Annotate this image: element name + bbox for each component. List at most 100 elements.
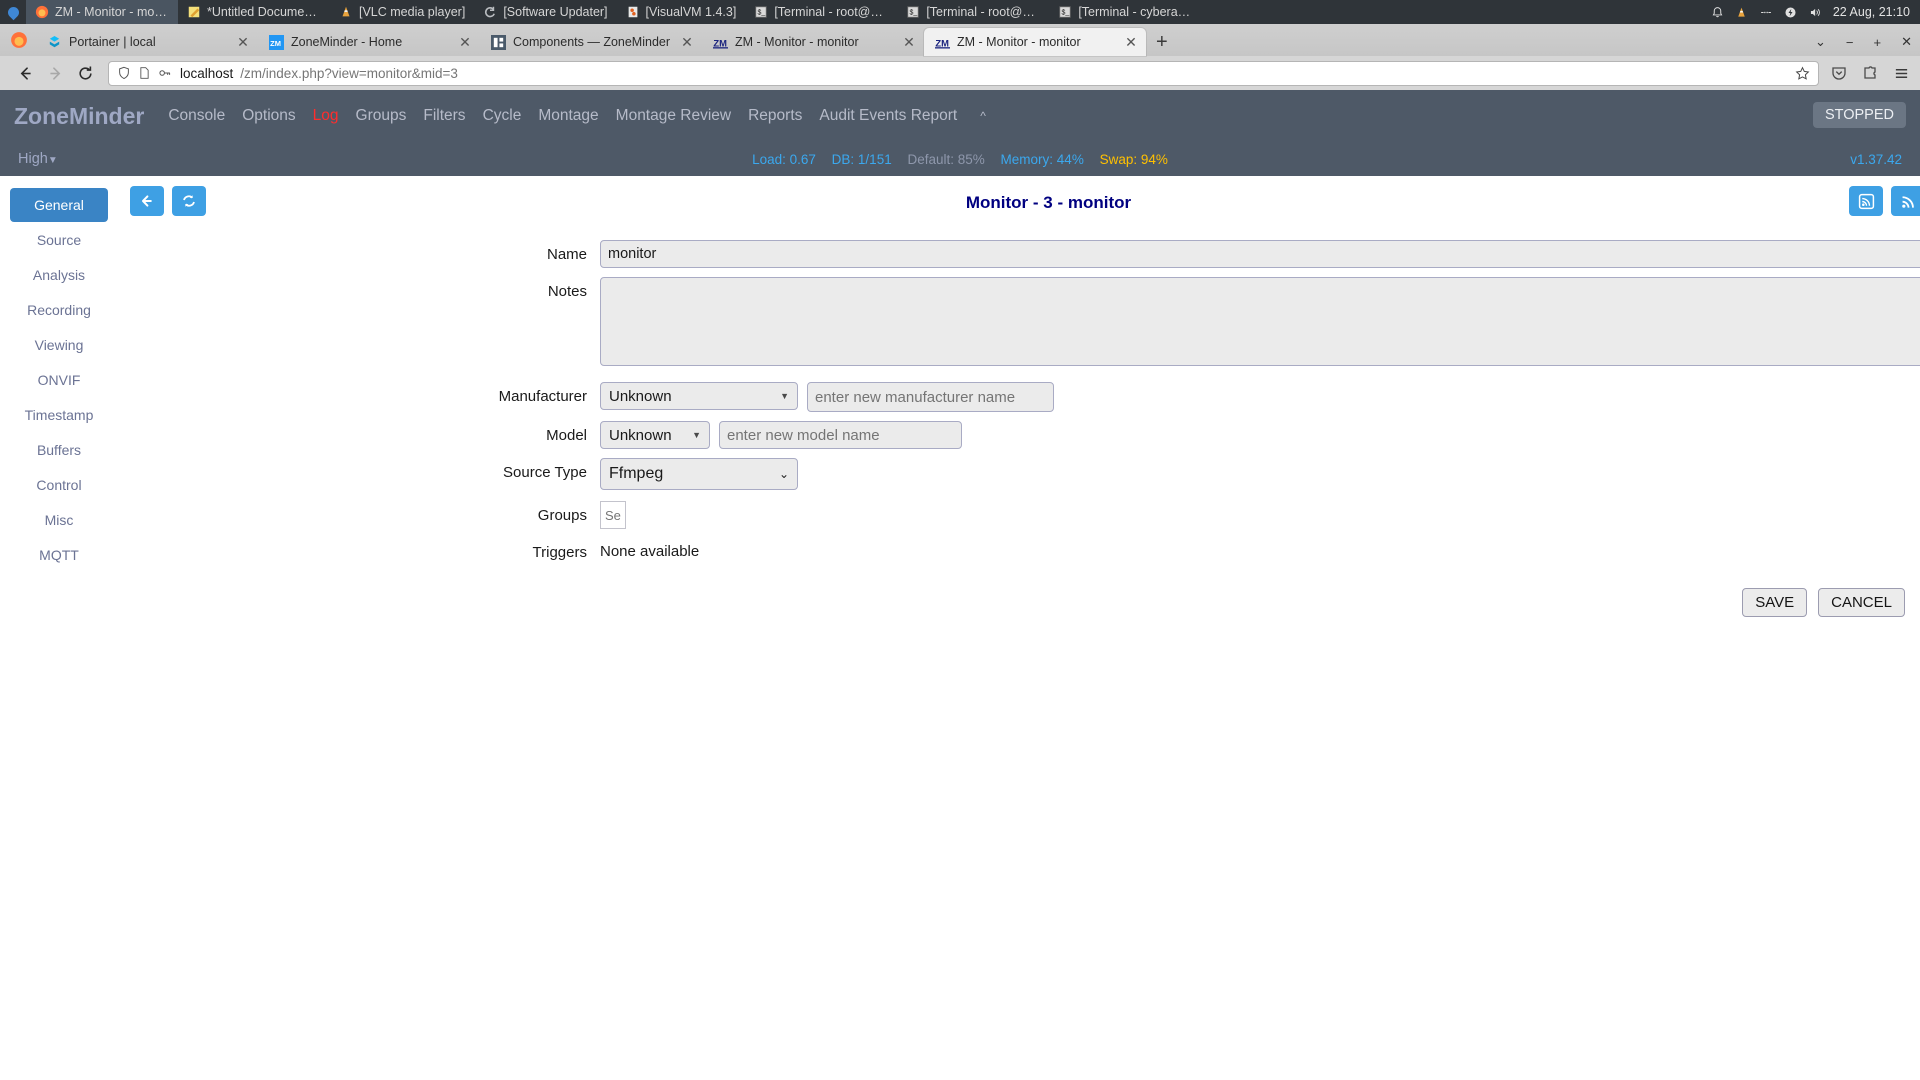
bell-icon[interactable] (1711, 6, 1724, 19)
nav-item-cycle[interactable]: Cycle (483, 107, 522, 125)
shield-icon[interactable] (117, 66, 131, 80)
rss-square-button[interactable] (1849, 186, 1883, 216)
nav-item-groups[interactable]: Groups (356, 107, 407, 125)
close-tab-icon[interactable]: ✕ (458, 34, 472, 51)
nav-item-audit-events-report[interactable]: Audit Events Report (819, 107, 957, 125)
browser-tab-title: Portainer | local (69, 35, 156, 49)
taskbar-item[interactable]: $_ [Terminal - root@CTLin... (897, 0, 1049, 24)
start-menu-button[interactable] (0, 4, 26, 20)
browser-tab[interactable]: Components — ZoneMinder ✕ (480, 28, 702, 56)
rss-feed-button[interactable] (1891, 186, 1920, 216)
sidebar-item-timestamp[interactable]: Timestamp (10, 398, 108, 432)
cancel-button[interactable]: CANCEL (1818, 588, 1905, 617)
close-tab-icon[interactable]: ✕ (902, 34, 916, 51)
maximize-button[interactable]: + (1874, 35, 1882, 50)
zoneminder-logo[interactable]: ZoneMinder (14, 103, 144, 130)
manufacturer-selected-value: Unknown (609, 387, 672, 405)
sidebar-item-analysis[interactable]: Analysis (10, 258, 108, 292)
model-selected-value: Unknown (609, 426, 672, 444)
taskbar-item[interactable]: $_ [Terminal - root@CTLin... (745, 0, 897, 24)
model-select[interactable]: Unknown ▼ (600, 421, 710, 449)
metric-default: Default: 85% (907, 151, 985, 167)
browser-tab[interactable]: ZM ZM - Monitor - monitor ✕ (702, 28, 924, 56)
os-taskbar: ZM - Monitor - monitor ... *Untitled Doc… (0, 0, 1920, 24)
power-icon[interactable] (1784, 6, 1797, 19)
new-manufacturer-input[interactable] (807, 382, 1054, 412)
browser-tab-title: ZM - Monitor - monitor (735, 35, 859, 49)
nav-item-montage[interactable]: Montage (538, 107, 598, 125)
chevron-up-icon[interactable]: ^ (980, 109, 986, 123)
taskbar-item[interactable]: [Software Updater] (474, 0, 616, 24)
nav-item-options[interactable]: Options (242, 107, 295, 125)
notes-textarea[interactable] (600, 277, 1920, 366)
taskbar-item[interactable]: ZM - Monitor - monitor ... (26, 0, 178, 24)
sidebar-item-buffers[interactable]: Buffers (10, 433, 108, 467)
taskbar-item-label: ZM - Monitor - monitor ... (55, 5, 169, 19)
metric-memory: Memory: 44% (1000, 151, 1084, 167)
minimize-button[interactable]: − (1846, 35, 1854, 50)
refresh-icon (485, 6, 496, 18)
form-row-groups: Groups (130, 501, 1920, 529)
groups-input[interactable] (600, 501, 626, 529)
nav-item-log[interactable]: Log (313, 107, 339, 125)
zm-icon: ZM (269, 34, 284, 50)
lock-key-icon[interactable] (158, 66, 173, 80)
sidebar-item-mqtt[interactable]: MQTT (10, 538, 108, 572)
terminal-icon: $_ (1059, 6, 1072, 18)
forward-button[interactable] (40, 60, 70, 86)
tab-list-icon[interactable]: ⌄ (1815, 34, 1826, 50)
sidebar-item-recording[interactable]: Recording (10, 293, 108, 327)
taskbar-item[interactable]: [VLC media player] (330, 0, 474, 24)
name-input[interactable] (600, 240, 1920, 268)
nav-item-reports[interactable]: Reports (748, 107, 802, 125)
close-window-button[interactable]: ✕ (1901, 34, 1912, 50)
pocket-icon[interactable] (1831, 65, 1847, 81)
sidebar-item-misc[interactable]: Misc (10, 503, 108, 537)
browser-tab[interactable]: ZM ZoneMinder - Home ✕ (258, 28, 480, 56)
new-tab-button[interactable]: + (1146, 32, 1178, 56)
network-icon[interactable] (1759, 6, 1773, 19)
manufacturer-select[interactable]: Unknown ▼ (600, 382, 798, 410)
run-state-badge[interactable]: STOPPED (1812, 102, 1906, 128)
browser-tab[interactable]: Portainer | local ✕ (36, 28, 258, 56)
nav-item-console[interactable]: Console (168, 107, 225, 125)
close-tab-icon[interactable]: ✕ (236, 34, 250, 51)
save-button[interactable]: SAVE (1742, 588, 1808, 617)
nav-item-montage-review[interactable]: Montage Review (616, 107, 731, 125)
nav-item-filters[interactable]: Filters (423, 107, 465, 125)
svg-text:ZM: ZM (935, 38, 949, 48)
chevron-down-icon: ⌄ (778, 467, 789, 481)
page-info-icon[interactable] (138, 66, 151, 80)
chevron-down-icon: ▼ (692, 430, 701, 440)
zm-icon: ZM (713, 38, 728, 48)
taskbar-item[interactable]: [VisualVM 1.4.3] (617, 0, 746, 24)
vlc-cone-icon[interactable] (1735, 6, 1748, 19)
address-bar[interactable]: localhost/zm/index.php?view=monitor&mid=… (108, 60, 1819, 86)
source-type-select[interactable]: Ffmpeg ⌄ (600, 458, 798, 490)
browser-toolbar-actions (1827, 65, 1910, 81)
taskbar-item[interactable]: *Untitled Document 2 -... (178, 0, 330, 24)
back-button[interactable] (10, 60, 40, 86)
reload-button[interactable] (70, 60, 100, 86)
browser-tab-title: ZoneMinder - Home (291, 35, 403, 49)
hamburger-icon[interactable] (1893, 66, 1910, 81)
volume-icon[interactable] (1808, 6, 1822, 19)
browser-tab-active[interactable]: ZM ZM - Monitor - monitor ✕ (924, 28, 1146, 56)
taskbar-item-label: [Terminal - root@CTLin... (774, 5, 888, 19)
name-label: Name (546, 246, 587, 263)
new-model-input[interactable] (719, 421, 962, 449)
extension-icon[interactable] (1862, 65, 1878, 81)
star-icon[interactable] (1795, 65, 1810, 81)
terminal-icon: $_ (907, 6, 920, 18)
sidebar-item-source[interactable]: Source (10, 223, 108, 257)
sidebar-item-general[interactable]: General (10, 188, 108, 222)
sidebar-item-viewing[interactable]: Viewing (10, 328, 108, 362)
form-row-source-type: Source Type Ffmpeg ⌄ (130, 458, 1920, 490)
close-tab-icon[interactable]: ✕ (680, 34, 694, 51)
close-tab-icon[interactable]: ✕ (1124, 34, 1138, 51)
rss-square-icon (1858, 193, 1874, 209)
sidebar-item-control[interactable]: Control (10, 468, 108, 502)
url-host: localhost (180, 65, 234, 81)
taskbar-item[interactable]: $_ [Terminal - cyberadmin... (1049, 0, 1201, 24)
sidebar-item-onvif[interactable]: ONVIF (10, 363, 108, 397)
